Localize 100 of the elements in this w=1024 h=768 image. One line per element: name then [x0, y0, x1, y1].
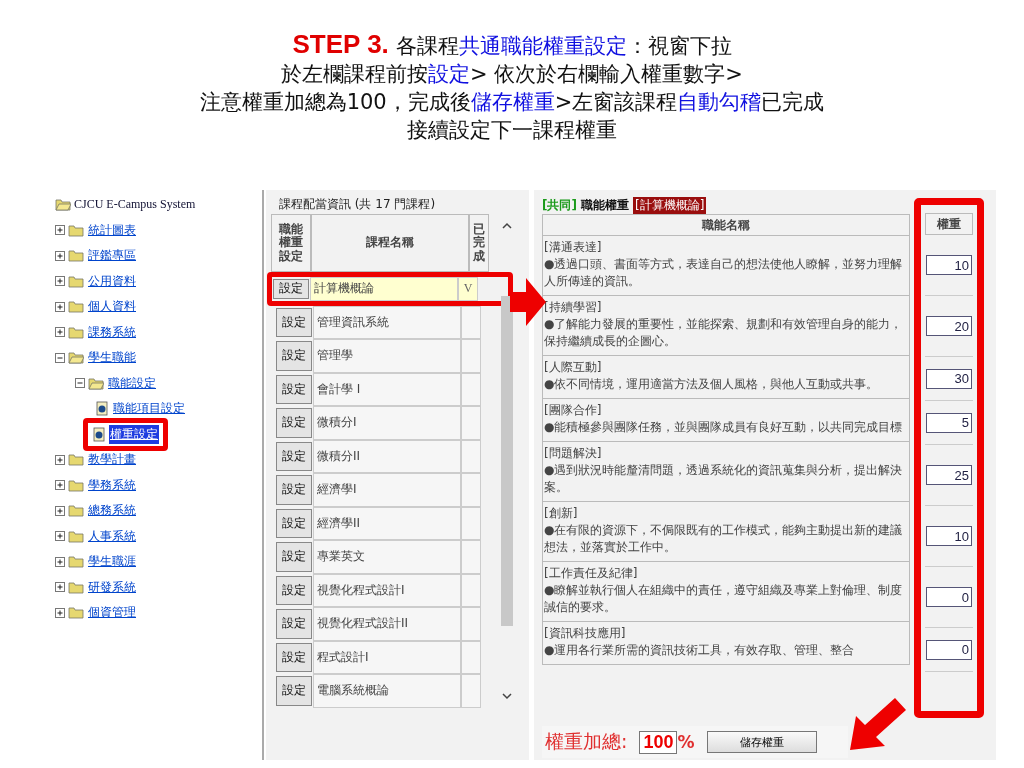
- weight-input[interactable]: 10: [926, 255, 972, 275]
- set-button[interactable]: 設定: [276, 575, 312, 605]
- folder-icon: [68, 580, 84, 594]
- tree-link[interactable]: 評鑑專區: [87, 246, 137, 266]
- competency-name: [團隊合作]: [544, 402, 603, 419]
- tree-link[interactable]: 學生職能: [87, 348, 137, 368]
- tree-link[interactable]: 職能項目設定: [112, 399, 186, 419]
- course-name-cell: 電腦系統概論: [313, 674, 461, 708]
- competency-description: ●能積極參與團隊任務，並與團隊成員有良好互動，以共同完成目標: [544, 419, 904, 436]
- course-name-cell: 計算機概論: [310, 277, 458, 301]
- expand-icon[interactable]: [55, 480, 65, 491]
- expand-icon[interactable]: [55, 225, 65, 236]
- expand-icon[interactable]: [55, 327, 65, 338]
- done-cell: V: [458, 277, 478, 301]
- done-cell: [461, 607, 481, 641]
- set-button[interactable]: 設定: [276, 441, 312, 471]
- done-cell: [461, 640, 481, 674]
- folder-icon: [68, 325, 84, 339]
- expand-icon[interactable]: [55, 301, 65, 312]
- weight-input[interactable]: 20: [926, 316, 972, 336]
- set-button[interactable]: 設定: [276, 408, 312, 438]
- course-name-cell: 經濟學II: [313, 506, 461, 540]
- collapse-icon[interactable]: [55, 352, 65, 363]
- tree-link[interactable]: 課務系統: [87, 322, 137, 342]
- tree-link[interactable]: 教學計畫: [87, 450, 137, 470]
- expand-icon[interactable]: [55, 454, 65, 465]
- set-button[interactable]: 設定: [276, 642, 312, 672]
- expand-icon[interactable]: [55, 505, 65, 516]
- set-button[interactable]: 設定: [276, 508, 312, 538]
- competency-name: [創新]: [544, 505, 579, 522]
- done-cell: [461, 339, 481, 373]
- tree-root-label: CJCU E-Campus System: [74, 197, 196, 213]
- competency-description: ●了解能力發展的重要性，並能探索、規劃和有效管理自身的能力，: [544, 316, 904, 333]
- course-name-cell: 會計學 I: [313, 372, 461, 406]
- scroll-up-icon[interactable]: [502, 222, 512, 229]
- panel-title: 職能權重: [580, 196, 629, 214]
- competency-description: 想法，並落實於工作中。: [544, 539, 677, 556]
- folder-icon: [68, 249, 84, 263]
- tree-link[interactable]: 個人資料: [87, 297, 137, 317]
- tree-link[interactable]: 職能設定: [107, 373, 157, 393]
- set-button[interactable]: 設定: [276, 542, 312, 572]
- expand-icon[interactable]: [55, 582, 65, 593]
- open-folder-icon: [68, 351, 84, 365]
- expand-icon[interactable]: [55, 531, 65, 542]
- set-button[interactable]: 設定: [276, 676, 312, 706]
- column-header: 職能權重設定: [271, 214, 311, 272]
- course-name-cell: 專業英文: [313, 540, 461, 574]
- set-button[interactable]: 設定: [276, 307, 312, 337]
- folder-icon: [68, 300, 84, 314]
- set-button[interactable]: 設定: [276, 609, 312, 639]
- open-folder-icon: [88, 376, 104, 390]
- weight-input[interactable]: 30: [926, 368, 972, 389]
- instruction-text: 接續設定下一課程權重: [407, 117, 617, 144]
- tree-link[interactable]: 總務系統: [87, 501, 137, 521]
- weight-input[interactable]: 10: [926, 526, 972, 546]
- tree-link[interactable]: 人事系統: [87, 526, 137, 546]
- percent-sign: %: [677, 732, 695, 752]
- course-name-cell: 微積分I: [313, 406, 461, 440]
- course-name-cell: 程式設計I: [313, 640, 461, 674]
- set-button[interactable]: 設定: [276, 475, 312, 505]
- folder-icon: [68, 555, 84, 569]
- weight-input[interactable]: 0: [926, 587, 972, 607]
- folder-icon: [68, 504, 84, 518]
- instruction-text: STEP 3. 各課程共通職能權重設定：視窗下拉: [292, 30, 732, 60]
- set-button[interactable]: 設定: [273, 279, 309, 299]
- tree-link[interactable]: 權重設定: [109, 424, 159, 444]
- panel-legend: 課程配當資訊 (共 17 門課程): [279, 196, 524, 214]
- done-cell: [461, 473, 481, 507]
- tree-link[interactable]: 學務系統: [87, 475, 137, 495]
- tree-link[interactable]: 個資管理: [87, 603, 137, 623]
- save-button[interactable]: 儲存權重: [706, 731, 817, 753]
- expand-icon[interactable]: [55, 556, 65, 567]
- collapse-icon[interactable]: [75, 378, 85, 389]
- weight-input[interactable]: 5: [926, 412, 972, 433]
- done-cell: [461, 506, 481, 540]
- tree-link[interactable]: 研發系統: [87, 577, 137, 597]
- total-value: 100: [639, 730, 678, 754]
- set-button[interactable]: 設定: [276, 341, 312, 371]
- document-icon: [92, 426, 106, 442]
- competency-name: [工作責任及紀律]: [544, 565, 639, 582]
- total-label: 權重加總:: [545, 729, 628, 754]
- competency-description: 誠信的要求。: [544, 599, 617, 616]
- competency-name: [問題解決]: [544, 445, 603, 462]
- tree-link[interactable]: 統計圖表: [87, 220, 137, 240]
- tree-link[interactable]: 學生職涯: [87, 552, 137, 572]
- course-name-cell: 視覺化程式設計I: [313, 573, 461, 607]
- weight-input[interactable]: 25: [926, 465, 972, 485]
- course-tag: [計算機概論]: [632, 196, 707, 214]
- set-button[interactable]: 設定: [276, 374, 312, 404]
- competency-description: ●遇到狀況時能釐清問題，透過系統化的資訊蒐集與分析，提出解決: [544, 462, 904, 479]
- scroll-down-icon[interactable]: [502, 692, 512, 700]
- expand-icon[interactable]: [55, 276, 65, 287]
- expand-icon[interactable]: [55, 607, 65, 618]
- folder-icon: [68, 453, 84, 467]
- weight-input[interactable]: 0: [926, 639, 972, 660]
- tree-link[interactable]: 公用資料: [87, 271, 137, 291]
- expand-icon[interactable]: [55, 250, 65, 261]
- document-icon: [95, 401, 109, 417]
- instruction-text: 注意權重加總為100，完成後儲存權重>左窗該課程自動勾稽已完成: [199, 89, 825, 116]
- done-cell: [461, 540, 481, 574]
